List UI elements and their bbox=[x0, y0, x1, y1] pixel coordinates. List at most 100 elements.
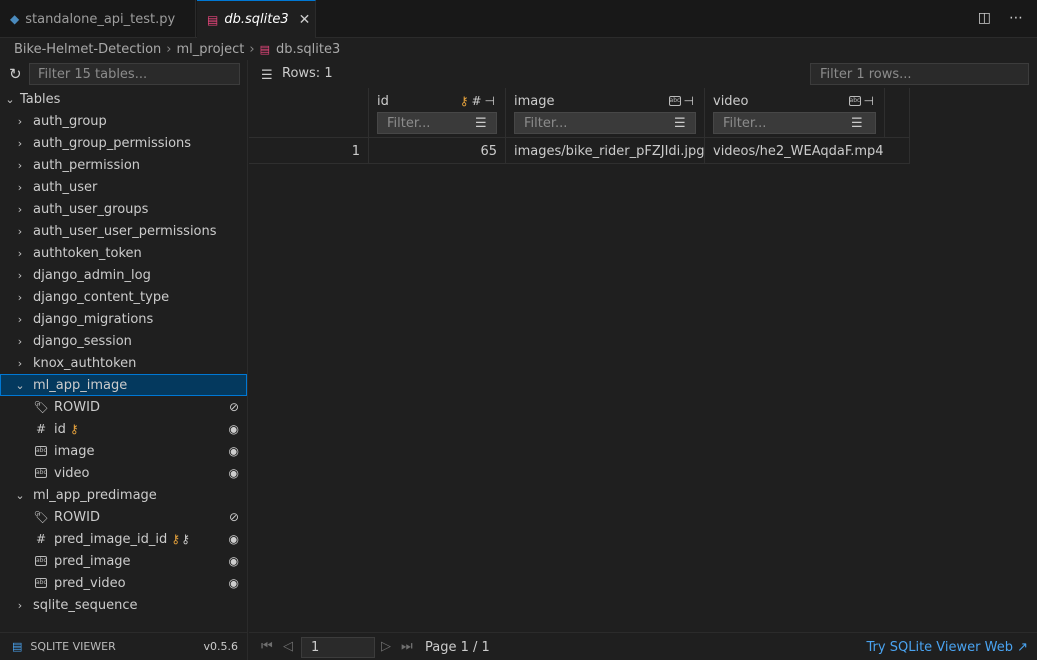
column-item-video[interactable]: abc video ◉ bbox=[0, 462, 247, 484]
table-item-ml-app-predimage[interactable]: ⌄ ml_app_predimage bbox=[0, 484, 247, 506]
eye-icon[interactable]: ◉ bbox=[229, 532, 239, 546]
column-header-label: video bbox=[713, 94, 749, 109]
row-number-header bbox=[249, 88, 369, 138]
chevron-right-icon: › bbox=[17, 158, 23, 172]
cell-video[interactable]: videos/he2_WEAqdaF.mp4 bbox=[705, 138, 910, 164]
cell-id[interactable]: 65 bbox=[369, 138, 506, 164]
column-item-image[interactable]: abc image ◉ bbox=[0, 440, 247, 462]
sidebar-footer: ▤ SQLITE VIEWER v0.5.6 bbox=[0, 632, 248, 660]
row-filter-input[interactable] bbox=[810, 63, 1029, 85]
table-item-sqlite-sequence[interactable]: › sqlite_sequence bbox=[0, 594, 247, 616]
filter-options-icon[interactable]: ☰ bbox=[475, 116, 487, 131]
text-type-icon: abc bbox=[35, 556, 47, 566]
grid-toolbar: ☰ Rows: 1 bbox=[249, 60, 1037, 88]
column-item-pred-image[interactable]: abc pred_image ◉ bbox=[0, 550, 247, 572]
eye-icon[interactable]: ◉ bbox=[229, 422, 239, 436]
breadcrumb-item[interactable]: db.sqlite3 bbox=[276, 42, 340, 57]
column-name: video bbox=[54, 465, 90, 481]
chevron-right-icon: › bbox=[166, 41, 172, 57]
tab-standalone-api-test[interactable]: ◆ standalone_api_test.py bbox=[0, 0, 196, 38]
column-item-pred-image-id-id[interactable]: # pred_image_id_id ⚷ ⚷ ◉ bbox=[0, 528, 247, 550]
refresh-icon[interactable]: ↻ bbox=[9, 65, 29, 83]
column-filter-input[interactable] bbox=[514, 112, 696, 134]
table-name: ml_app_predimage bbox=[33, 487, 157, 503]
column-name: pred_image_id_id bbox=[54, 531, 168, 547]
hash-icon: # bbox=[35, 532, 47, 546]
column-header-image[interactable]: image abc ⊣ ☰ bbox=[506, 88, 705, 138]
column-item-id[interactable]: # id ⚷ ◉ bbox=[0, 418, 247, 440]
table-item-authtoken-token[interactable]: › authtoken_token bbox=[0, 242, 247, 264]
table-item-auth-user[interactable]: › auth_user bbox=[0, 176, 247, 198]
table-item-auth-user-user-permissions[interactable]: › auth_user_user_permissions bbox=[0, 220, 247, 242]
close-icon[interactable]: ✕ bbox=[299, 12, 311, 28]
table-name: django_content_type bbox=[33, 289, 170, 305]
filter-options-icon[interactable]: ☰ bbox=[851, 116, 863, 131]
header-filler bbox=[885, 88, 910, 138]
table-item-django-content-type[interactable]: › django_content_type bbox=[0, 286, 247, 308]
hash-icon: # bbox=[471, 94, 482, 108]
chevron-right-icon: › bbox=[17, 268, 23, 282]
next-page-icon[interactable]: ▷ bbox=[381, 639, 391, 654]
column-name: ROWID bbox=[54, 509, 100, 525]
table-item-auth-group[interactable]: › auth_group bbox=[0, 110, 247, 132]
pin-icon[interactable]: ⊣ bbox=[485, 94, 495, 108]
table-item-auth-group-permissions[interactable]: › auth_group_permissions bbox=[0, 132, 247, 154]
table-filter-input[interactable] bbox=[29, 63, 240, 85]
eye-icon[interactable]: ◉ bbox=[229, 444, 239, 458]
chevron-right-icon: › bbox=[17, 356, 23, 370]
column-header-id[interactable]: id ⚷ # ⊣ ☰ bbox=[369, 88, 506, 138]
table-name: auth_group_permissions bbox=[33, 135, 192, 151]
table-name: django_migrations bbox=[33, 311, 154, 327]
tables-group[interactable]: ⌄ Tables bbox=[0, 88, 247, 110]
tab-db-sqlite3[interactable]: ▤ db.sqlite3 ✕ bbox=[197, 0, 316, 38]
previous-page-icon[interactable]: ◁ bbox=[283, 639, 293, 654]
table-name: auth_permission bbox=[33, 157, 141, 173]
column-header-label: id bbox=[377, 94, 389, 109]
more-actions-icon[interactable]: ⋯ bbox=[1009, 10, 1023, 26]
table-item-auth-user-groups[interactable]: › auth_user_groups bbox=[0, 198, 247, 220]
table-item-auth-permission[interactable]: › auth_permission bbox=[0, 154, 247, 176]
breadcrumb-item[interactable]: Bike-Helmet-Detection bbox=[14, 42, 161, 57]
eye-closed-icon[interactable]: ⊘ bbox=[229, 510, 239, 524]
database-icon: ▤ bbox=[259, 42, 270, 56]
cell-image[interactable]: images/bike_rider_pFZJIdi.jpg bbox=[506, 138, 705, 164]
menu-lines-icon[interactable]: ☰ bbox=[261, 68, 273, 83]
first-page-icon[interactable]: ⏮ bbox=[261, 639, 273, 654]
sqlite-viewer-logo-icon: ▤ bbox=[12, 640, 23, 653]
chevron-down-icon: ⌄ bbox=[5, 92, 15, 106]
tables-sidebar: ↻ ⌄ Tables › auth_group › auth_group_permis… bbox=[0, 60, 248, 632]
chevron-right-icon: › bbox=[17, 312, 23, 326]
filter-options-icon[interactable]: ☰ bbox=[674, 116, 686, 131]
table-item-django-migrations[interactable]: › django_migrations bbox=[0, 308, 247, 330]
breadcrumb-item[interactable]: ml_project bbox=[176, 42, 244, 57]
text-type-icon: abc bbox=[668, 96, 681, 106]
table-name: knox_authtoken bbox=[33, 355, 137, 371]
breadcrumb: Bike-Helmet-Detection › ml_project › ▤ d… bbox=[0, 38, 1037, 60]
column-item-rowid[interactable]: 🏷︎ ROWID ⊘ bbox=[0, 506, 247, 528]
last-page-icon[interactable]: ⏭ bbox=[401, 639, 413, 654]
page-number-input[interactable] bbox=[301, 637, 375, 658]
table-item-ml-app-image[interactable]: ⌄ ml_app_image bbox=[0, 374, 247, 396]
table-item-django-session[interactable]: › django_session bbox=[0, 330, 247, 352]
eye-icon[interactable]: ◉ bbox=[229, 576, 239, 590]
column-header-video[interactable]: video abc ⊣ ☰ bbox=[705, 88, 885, 138]
eye-icon[interactable]: ◉ bbox=[229, 466, 239, 480]
try-sqlite-viewer-web-link[interactable]: Try SQLite Viewer Web ↗ bbox=[867, 640, 1028, 655]
column-item-rowid[interactable]: 🏷︎ ROWID ⊘ bbox=[0, 396, 247, 418]
pin-icon[interactable]: ⊣ bbox=[684, 94, 694, 108]
table-name: auth_group bbox=[33, 113, 107, 129]
table-item-knox-authtoken[interactable]: › knox_authtoken bbox=[0, 352, 247, 374]
hash-icon: # bbox=[35, 422, 47, 436]
tables-group-label: Tables bbox=[20, 91, 61, 107]
chevron-right-icon: › bbox=[17, 224, 23, 238]
column-name: pred_image bbox=[54, 553, 131, 569]
table-name: sqlite_sequence bbox=[33, 597, 138, 613]
eye-closed-icon[interactable]: ⊘ bbox=[229, 400, 239, 414]
table-name: django_session bbox=[33, 333, 132, 349]
table-item-django-admin-log[interactable]: › django_admin_log bbox=[0, 264, 247, 286]
text-type-icon: abc bbox=[848, 96, 861, 106]
eye-icon[interactable]: ◉ bbox=[229, 554, 239, 568]
pin-icon[interactable]: ⊣ bbox=[864, 94, 874, 108]
split-editor-icon[interactable]: ◫ bbox=[978, 10, 991, 26]
column-item-pred-video[interactable]: abc pred_video ◉ bbox=[0, 572, 247, 594]
